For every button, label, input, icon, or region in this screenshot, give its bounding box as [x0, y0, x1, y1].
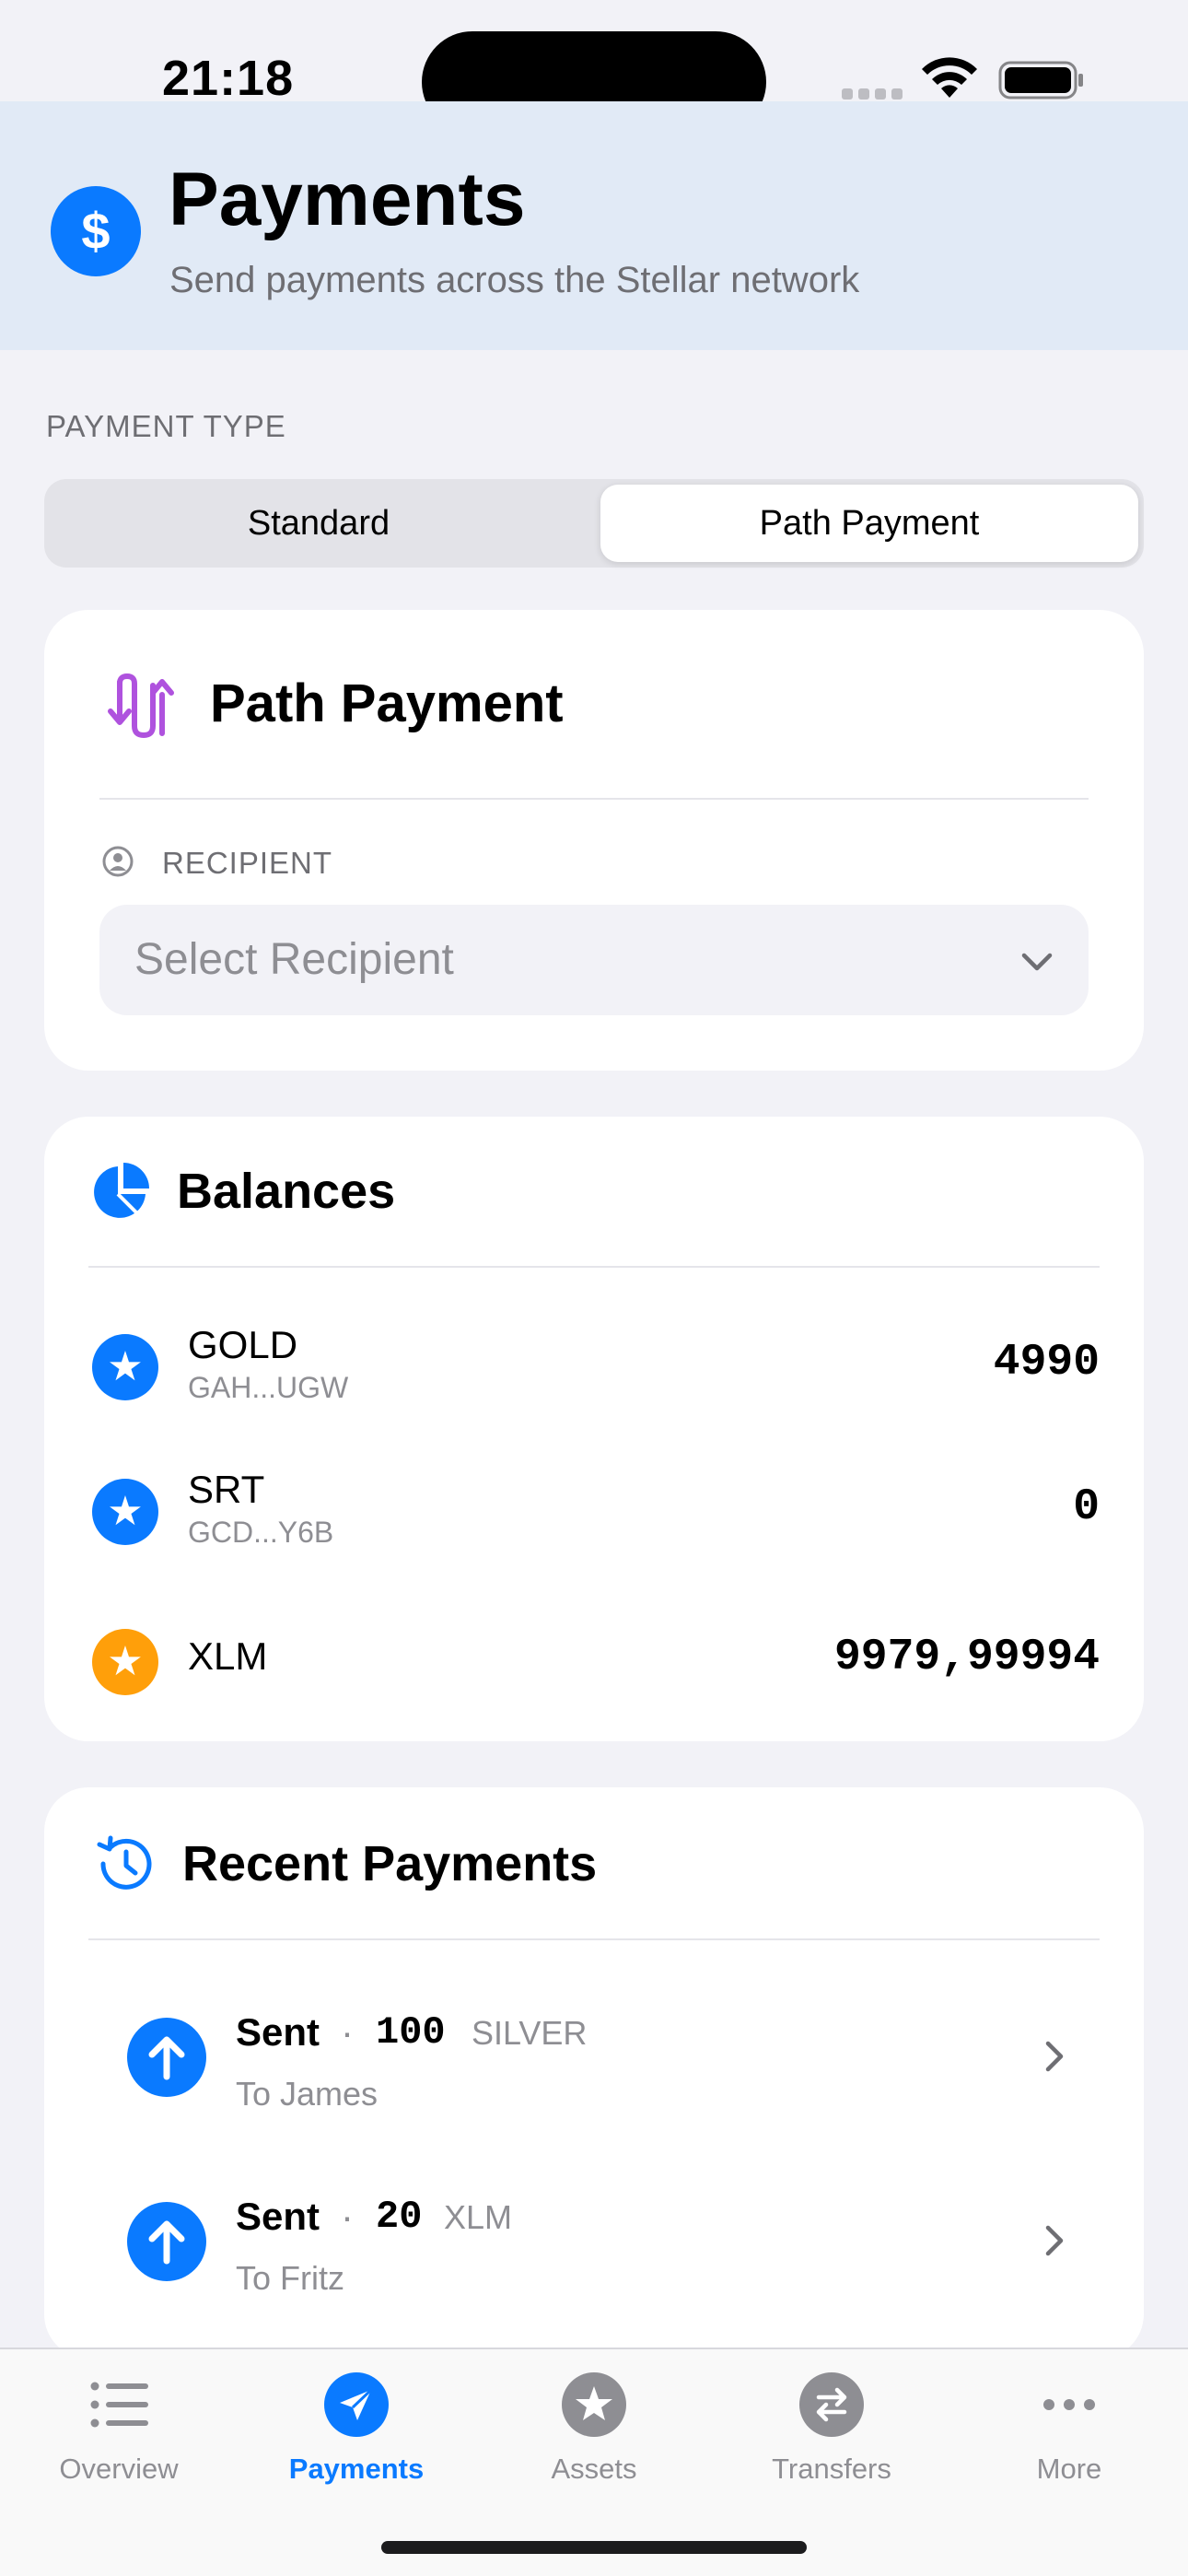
payments-header: $ Payments Send payments across the Stel… [0, 101, 1188, 350]
recent-payments-title: Recent Payments [182, 1836, 598, 1891]
tab-more[interactable]: More [950, 2371, 1188, 2491]
star-circle-icon [562, 2372, 626, 2437]
payment-row[interactable]: Sent · 100 SILVER To James [44, 1986, 1144, 2134]
tab-payments[interactable]: Payments [238, 2371, 475, 2491]
chevron-right-icon [1045, 2225, 1064, 2256]
payment-currency: XLM [444, 2198, 513, 2236]
battery-icon [998, 61, 1083, 100]
tab-label: Transfers [772, 2453, 891, 2485]
recipient-select[interactable]: Select Recipient [99, 905, 1089, 1015]
arrow-up-circle-icon [127, 2202, 206, 2281]
asset-issuer: GAH...UGW [188, 1371, 349, 1404]
ellipsis-icon [1043, 2399, 1095, 2410]
asset-code: SRT [188, 1468, 265, 1511]
asset-issuer: GCD...Y6B [188, 1516, 334, 1549]
payment-recipient: To James [236, 2075, 379, 2113]
tab-label: Overview [59, 2453, 179, 2485]
star-icon: ★ [92, 1629, 158, 1695]
tab-transfers[interactable]: Transfers [713, 2371, 950, 2491]
home-indicator[interactable] [381, 2541, 807, 2554]
path-payment-title: Path Payment [210, 673, 564, 733]
divider [88, 1938, 1100, 1940]
asset-amount: 4990 [993, 1338, 1100, 1388]
segment-standard[interactable]: Standard [50, 485, 588, 562]
page-title: Payments [169, 158, 526, 241]
balance-row-xlm: ★ XLM 9979,99994 [44, 1612, 1144, 1714]
payment-amount: 100 [376, 2010, 446, 2055]
recipient-placeholder: Select Recipient [134, 935, 454, 984]
star-icon: ★ [92, 1479, 158, 1545]
balances-card: Balances ★ GOLD GAH...UGW 4990 ★ SRT GCD… [44, 1117, 1144, 1741]
status-bar: 21:18 [0, 0, 1188, 133]
asset-code: XLM [188, 1634, 268, 1678]
segment-path-payment[interactable]: Path Payment [600, 485, 1138, 562]
payment-recipient: To Fritz [236, 2259, 345, 2297]
asset-code: GOLD [188, 1323, 298, 1366]
payment-type-segmented-control: Standard Path Payment [44, 479, 1144, 568]
dollar-icon: $ [51, 186, 141, 276]
balance-row-srt: ★ SRT GCD...Y6B 0 [44, 1462, 1144, 1563]
payment-status: Sent [236, 2195, 320, 2238]
tab-label: Payments [288, 2453, 425, 2485]
tab-assets[interactable]: Assets [475, 2371, 713, 2491]
payment-currency: SILVER [472, 2014, 588, 2052]
payment-amount: 20 [376, 2195, 423, 2239]
wifi-icon [922, 57, 977, 98]
payment-row[interactable]: Sent · 20 XLM To Fritz [44, 2171, 1144, 2318]
page-subtitle: Send payments across the Stellar network [169, 260, 860, 300]
tab-label: More [1036, 2453, 1102, 2485]
paperplane-icon [324, 2372, 389, 2437]
arrows-circle-icon [799, 2372, 864, 2437]
recipient-label: RECIPIENT [162, 846, 333, 880]
asset-amount: 0 [1073, 1482, 1100, 1532]
path-payment-card: Path Payment RECIPIENT Select Recipient [44, 610, 1144, 1071]
history-icon [97, 1835, 152, 1890]
tab-overview[interactable]: Overview [0, 2371, 238, 2491]
payment-status: Sent [236, 2010, 320, 2054]
chevron-right-icon [1045, 2041, 1064, 2072]
separator-dot: · [341, 2010, 354, 2054]
recent-payments-card: Recent Payments Sent · 100 SILVER To Jam… [44, 1787, 1144, 2359]
star-icon: ★ [92, 1334, 158, 1400]
arrow-up-circle-icon [127, 2018, 206, 2097]
chevron-down-icon [1021, 953, 1053, 971]
path-payment-icon [108, 673, 174, 739]
balance-row-gold: ★ GOLD GAH...UGW 4990 [44, 1317, 1144, 1419]
asset-amount: 9979,99994 [833, 1633, 1100, 1682]
status-time: 21:18 [162, 51, 295, 106]
divider [99, 798, 1089, 800]
person-circle-icon [102, 846, 134, 877]
divider [88, 1266, 1100, 1268]
separator-dot: · [341, 2195, 354, 2238]
tab-label: Assets [551, 2453, 637, 2485]
balances-title: Balances [177, 1164, 396, 1219]
pie-chart-icon [94, 1163, 149, 1218]
list-icon [90, 2382, 148, 2428]
payment-type-label: PAYMENT TYPE [46, 409, 286, 443]
